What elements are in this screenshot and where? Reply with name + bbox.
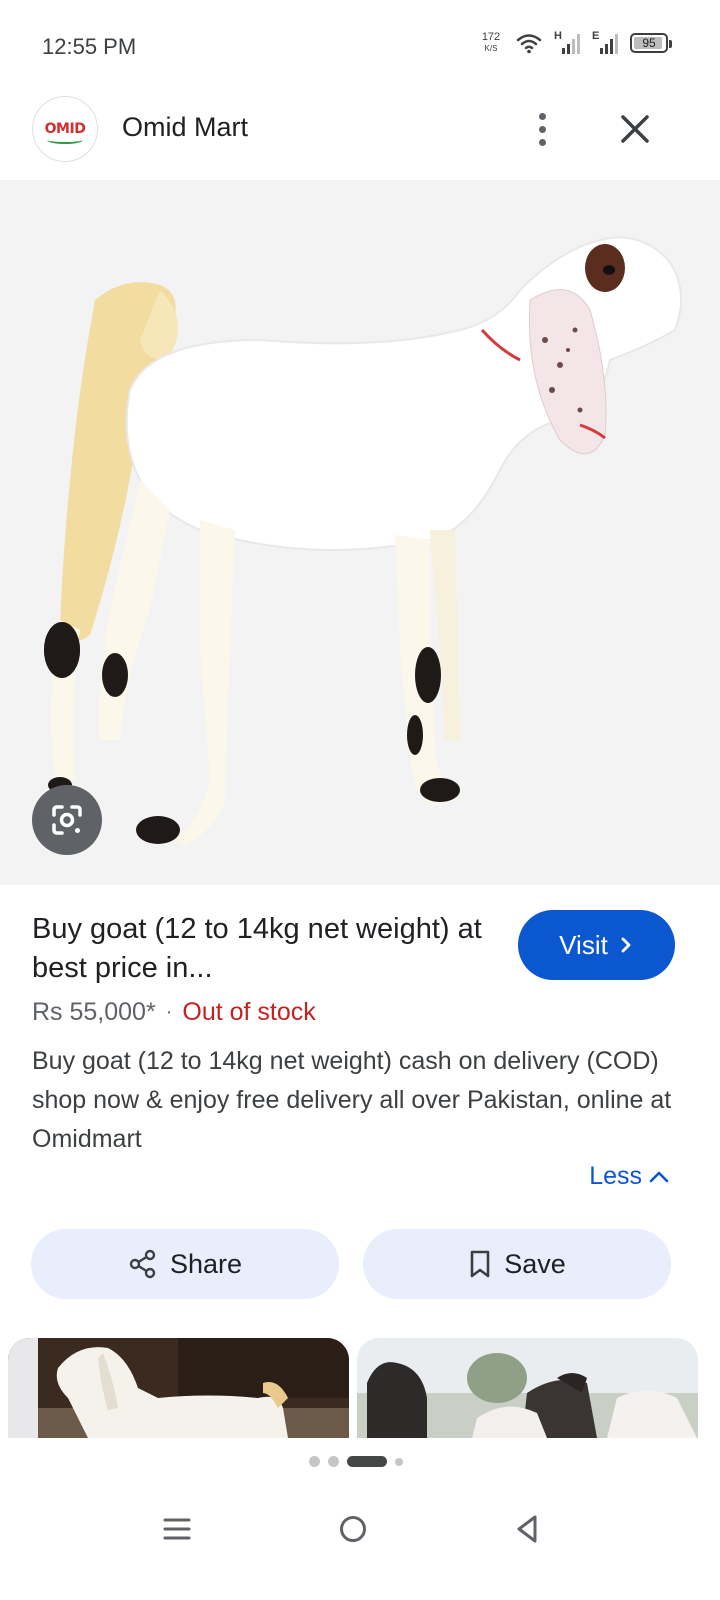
save-button[interactable]: Save — [363, 1229, 671, 1299]
visit-label: Visit — [559, 929, 608, 960]
site-logo[interactable]: OMID — [32, 96, 98, 162]
save-label: Save — [504, 1248, 566, 1279]
net-speed: 172 K/S — [478, 32, 504, 54]
less-button[interactable]: Less — [589, 1162, 670, 1191]
home-icon[interactable] — [338, 1514, 368, 1544]
signal-icon: E — [592, 30, 618, 54]
chevron-up-icon — [649, 1171, 669, 1182]
status-bar: 12:55 PM 172 K/S H E 95 — [0, 0, 720, 90]
net-speed-unit: K/S — [484, 44, 498, 53]
bookmark-icon — [470, 1250, 490, 1278]
signal-icon: H — [554, 30, 580, 54]
share-icon — [129, 1249, 156, 1279]
system-navigation-bar — [0, 1490, 720, 1600]
signal-type-label: H — [554, 30, 562, 42]
battery-icon: 95 — [630, 33, 672, 53]
stock-status: Out of stock — [182, 998, 316, 1026]
menu-icon[interactable] — [162, 1514, 192, 1544]
more-options-button[interactable] — [522, 106, 562, 152]
status-time: 12:55 PM — [42, 34, 137, 59]
related-goat-photo — [8, 1338, 349, 1438]
site-name[interactable]: Omid Mart — [122, 112, 248, 143]
result-header: OMID Omid Mart — [0, 96, 720, 166]
back-icon[interactable] — [513, 1514, 543, 1544]
product-image[interactable] — [0, 180, 720, 885]
price-row: Rs 55,000* · Out of stock — [32, 998, 316, 1027]
pager-dot[interactable] — [328, 1456, 339, 1467]
pager-dot-active[interactable] — [347, 1456, 387, 1467]
price: Rs 55,000* — [32, 998, 156, 1026]
share-label: Share — [169, 1248, 243, 1279]
separator: · — [165, 1001, 173, 1023]
status-icons: 172 K/S H E 95 — [478, 30, 672, 54]
site-logo-text: OMID — [44, 121, 86, 144]
goat-illustration — [44, 236, 683, 845]
signal-type-label: E — [592, 30, 600, 42]
close-icon[interactable] — [612, 106, 658, 152]
pager-dot[interactable] — [395, 1457, 403, 1466]
related-goats-photo — [357, 1338, 698, 1438]
pager-dot[interactable] — [309, 1456, 320, 1467]
product-title[interactable]: Buy goat (12 to 14kg net weight) at best… — [32, 910, 482, 988]
net-speed-value: 172 — [481, 31, 501, 43]
battery-level: 95 — [642, 36, 656, 50]
image-pager — [0, 1456, 720, 1467]
related-image[interactable] — [357, 1338, 698, 1438]
related-image[interactable] — [8, 1338, 349, 1438]
visit-button[interactable]: Visit — [518, 910, 675, 980]
more-vert-icon — [538, 112, 546, 120]
lens-icon — [52, 805, 82, 835]
product-description: Buy goat (12 to 14kg net weight) cash on… — [32, 1047, 672, 1153]
share-button[interactable]: Share — [31, 1229, 339, 1299]
lens-search-button[interactable] — [32, 785, 102, 855]
less-label: Less — [589, 1162, 642, 1190]
chevron-right-icon — [621, 937, 631, 953]
wifi-icon — [516, 34, 542, 54]
